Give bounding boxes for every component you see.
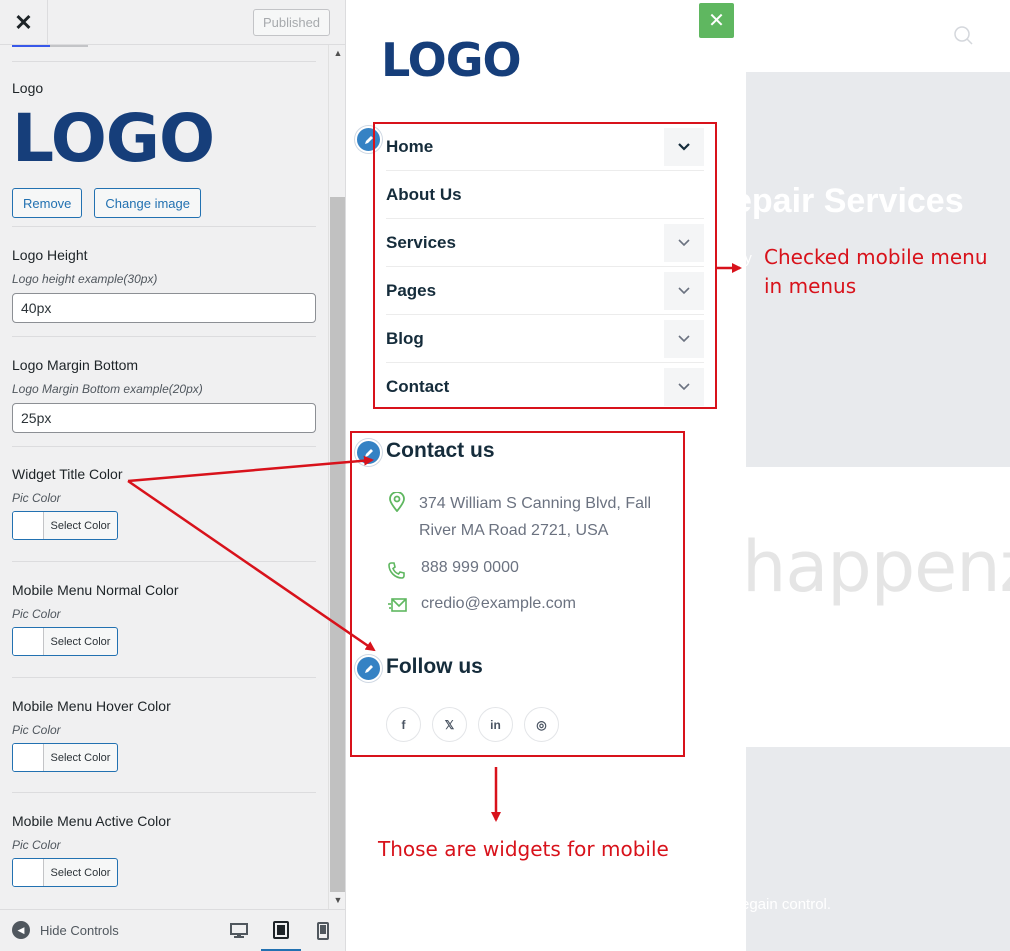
- logo-margin-input[interactable]: [12, 403, 316, 433]
- logo-height-title: Logo Height: [12, 247, 88, 263]
- color-control-title: Mobile Menu Active Color: [12, 813, 171, 829]
- scroll-down-arrow-icon[interactable]: ▼: [332, 894, 344, 906]
- logo-buttons: Remove Change image: [12, 188, 316, 218]
- logo-margin-control: Logo Margin Bottom Logo Margin Bottom ex…: [12, 357, 316, 433]
- feature-background: [746, 747, 1010, 951]
- logo-margin-title: Logo Margin Bottom: [12, 357, 139, 373]
- mobile-menu-normal-color-control: Mobile Menu Normal Color Pic Color Selec…: [12, 582, 316, 656]
- menu-annotation-line1: Checked mobile menu: [764, 245, 988, 269]
- logo-control-title: Logo: [12, 80, 44, 96]
- hero-title: epair Services: [733, 182, 964, 220]
- preview-tablet-button[interactable]: [261, 910, 301, 951]
- mobile-menu-active-color-control: Mobile Menu Active Color Pic Color Selec…: [12, 813, 316, 887]
- widget-annotation: Those are widgets for mobile: [378, 837, 669, 861]
- divider: [12, 61, 316, 62]
- desktop-icon: [230, 923, 248, 938]
- remove-logo-button[interactable]: Remove: [12, 188, 83, 218]
- sidebar-footer: ◀ Hide Controls: [0, 909, 345, 951]
- select-color-label: Select Color: [50, 866, 111, 879]
- preview-mobile-button[interactable]: [303, 910, 343, 951]
- color-control-description: Pic Color: [12, 607, 61, 621]
- divider: [12, 677, 316, 678]
- logo-margin-description: Logo Margin Bottom example(20px): [12, 382, 203, 396]
- logo-preview-image: LOGO: [12, 100, 215, 177]
- color-control-description: Pic Color: [12, 723, 61, 737]
- menu-annotation-line2: in menus: [764, 274, 857, 298]
- divider: [12, 446, 316, 447]
- search-icon[interactable]: [954, 26, 974, 46]
- widget-title-color-control: Widget Title Color Pic Color Select Colo…: [12, 466, 316, 540]
- logo-height-control: Logo Height Logo height example(30px): [12, 247, 316, 323]
- logo-height-description: Logo height example(30px): [12, 272, 158, 286]
- customizer-sidebar: ✕ Published Logo LOGO Remove Change imag…: [0, 0, 346, 951]
- select-color-button[interactable]: Select Color: [12, 858, 118, 887]
- color-swatch: [13, 512, 44, 539]
- site-logo[interactable]: LOGO: [381, 37, 522, 83]
- sidebar-header: ✕ Published: [0, 0, 345, 45]
- select-color-label: Select Color: [50, 751, 111, 764]
- mobile-icon: [317, 922, 329, 940]
- partner-brand-logo: happenz: [742, 526, 1010, 608]
- color-control-description: Pic Color: [12, 491, 61, 505]
- select-color-button[interactable]: Select Color: [12, 511, 118, 540]
- feature-text: egain control.: [741, 896, 832, 913]
- collapse-arrow-icon: ◀: [12, 921, 30, 939]
- divider: [12, 792, 316, 793]
- section-tab-indicator: [12, 45, 88, 47]
- tablet-icon: [273, 920, 289, 939]
- logo-height-input[interactable]: [12, 293, 316, 323]
- mobile-menu-close-button[interactable]: ✕: [699, 3, 734, 38]
- divider: [12, 336, 316, 337]
- mobile-menu-highlight-box: [373, 122, 717, 409]
- sidebar-scrollbar[interactable]: ▲ ▼: [328, 45, 345, 909]
- section-tab-active: [12, 45, 50, 47]
- color-swatch: [13, 744, 44, 771]
- color-control-title: Mobile Menu Hover Color: [12, 698, 171, 714]
- change-image-button[interactable]: Change image: [94, 188, 201, 218]
- color-swatch: [13, 859, 44, 886]
- scroll-up-arrow-icon[interactable]: ▲: [332, 47, 344, 59]
- select-color-label: Select Color: [50, 635, 111, 648]
- divider: [12, 561, 316, 562]
- widgets-highlight-box: [350, 431, 685, 757]
- select-color-button[interactable]: Select Color: [12, 743, 118, 772]
- color-swatch: [13, 628, 44, 655]
- logo-control: Logo LOGO Remove Change image: [12, 80, 316, 218]
- color-control-title: Mobile Menu Normal Color: [12, 582, 179, 598]
- color-control-description: Pic Color: [12, 838, 61, 852]
- hide-controls-button[interactable]: ◀ Hide Controls: [12, 921, 119, 939]
- select-color-button[interactable]: Select Color: [12, 627, 118, 656]
- scrollbar-thumb[interactable]: [330, 197, 345, 892]
- preview-desktop-button[interactable]: [219, 910, 259, 951]
- published-button[interactable]: Published: [253, 9, 330, 36]
- hide-controls-label: Hide Controls: [40, 922, 119, 938]
- select-color-label: Select Color: [50, 519, 111, 532]
- close-customizer-button[interactable]: ✕: [0, 0, 48, 45]
- divider: [12, 226, 316, 227]
- mobile-menu-hover-color-control: Mobile Menu Hover Color Pic Color Select…: [12, 698, 316, 772]
- color-control-title: Widget Title Color: [12, 466, 123, 482]
- sidebar-controls: Logo LOGO Remove Change image Logo Heigh…: [0, 45, 345, 909]
